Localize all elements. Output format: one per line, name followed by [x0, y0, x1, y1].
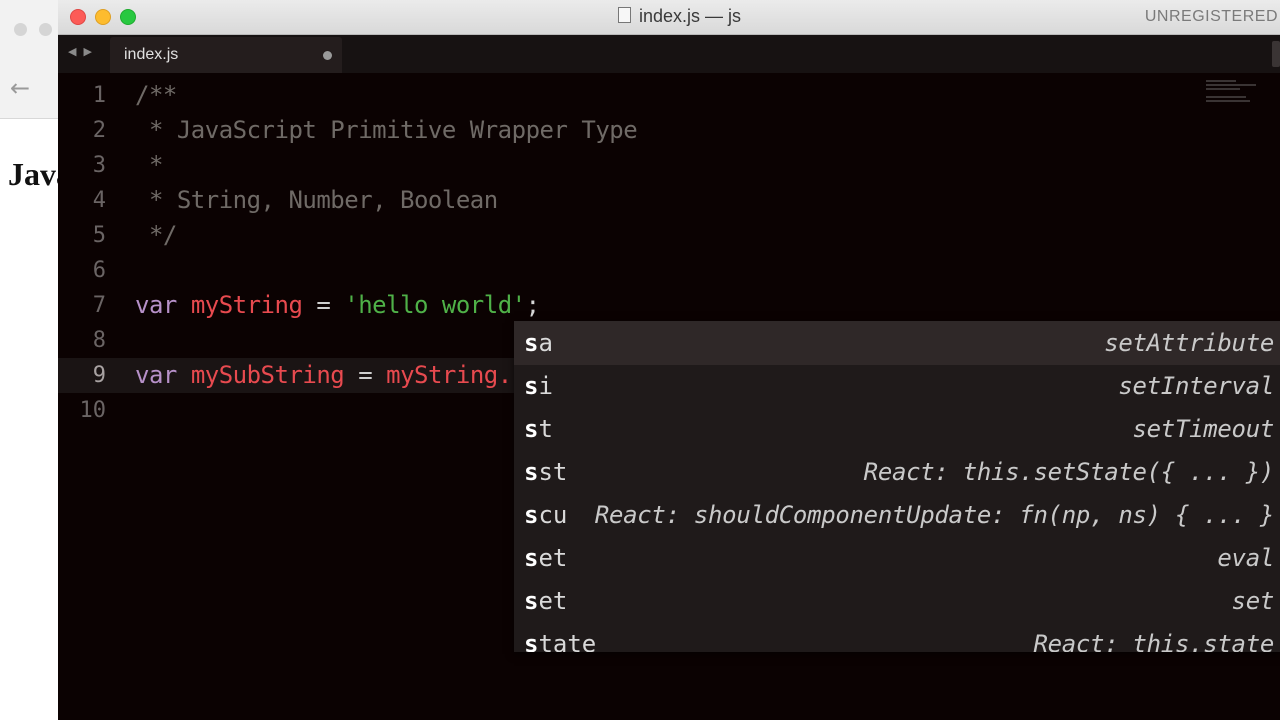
background-page-heading: Java: [8, 156, 60, 192]
completion-trigger: set: [524, 587, 568, 615]
code-token: myString.s: [386, 361, 526, 389]
tab-index-js[interactable]: index.js: [110, 37, 342, 73]
completion-trigger: set: [524, 544, 568, 572]
completion-description: eval: [1217, 544, 1274, 572]
completion-trigger: st: [524, 415, 553, 443]
file-icon: [618, 7, 631, 23]
unsaved-changes-dot-icon[interactable]: [323, 51, 332, 60]
code-text[interactable]: var myString = 'hello world';: [135, 291, 540, 319]
completion-match: s: [524, 458, 539, 486]
completion-match: s: [524, 544, 539, 572]
code-token: * String, Number, Boolean: [135, 186, 498, 214]
title-bar: index.js — js UNREGISTERED: [58, 0, 1280, 35]
line-number: 3: [92, 153, 106, 178]
code-token: =: [302, 291, 345, 319]
completion-trigger: sst: [524, 458, 568, 486]
editor-window: index.js — js UNREGISTERED ◀▶ index.js 1…: [58, 0, 1280, 720]
code-line[interactable]: 1 /**: [58, 78, 1280, 113]
line-number: 10: [79, 398, 107, 423]
line-number: 7: [92, 293, 106, 318]
code-token: var: [135, 291, 177, 319]
code-token: 'hello world': [344, 291, 526, 319]
completion-description: setInterval: [1118, 372, 1274, 400]
code-text[interactable]: var mySubString = myString.s: [135, 361, 526, 389]
line-number: 6: [92, 258, 106, 283]
code-token: * JavaScript Primitive Wrapper Type: [135, 116, 638, 144]
completion-description: setTimeout: [1132, 415, 1275, 443]
completion-description: setAttribute: [1104, 329, 1274, 357]
code-token: var: [135, 361, 177, 389]
arrow-left-icon[interactable]: ←: [10, 74, 30, 102]
minimap-line: [1206, 96, 1246, 98]
autocomplete-item[interactable]: set eval: [514, 537, 1280, 580]
code-text[interactable]: * JavaScript Primitive Wrapper Type: [135, 116, 638, 144]
minimap-line: [1206, 88, 1240, 90]
code-text[interactable]: *: [135, 151, 163, 179]
tab-bar-scroll-handle[interactable]: [1272, 41, 1280, 67]
completion-match: s: [524, 501, 539, 529]
line-number: 5: [92, 223, 106, 248]
background-minimize-dot: [39, 23, 52, 36]
code-text[interactable]: /**: [135, 81, 177, 109]
minimap-line: [1206, 100, 1250, 102]
line-number: 4: [92, 188, 106, 213]
minimap-line: [1206, 84, 1256, 86]
code-token: *: [135, 151, 163, 179]
completion-trigger: sa: [524, 329, 553, 357]
autocomplete-item[interactable]: scu React: shouldComponentUpdate: fn(np, …: [514, 494, 1280, 537]
code-line[interactable]: 7 var myString = 'hello world';: [58, 288, 1280, 323]
completion-trigger: state: [524, 630, 596, 652]
code-token: mySubString: [190, 361, 345, 389]
autocomplete-item[interactable]: set set: [514, 580, 1280, 623]
code-token: myString: [190, 291, 303, 319]
autocomplete-item[interactable]: si setInterval: [514, 365, 1280, 408]
line-number: 9: [92, 363, 106, 388]
window-title: index.js — js: [639, 6, 742, 26]
minimap-line: [1206, 80, 1236, 82]
code-text[interactable]: */: [135, 221, 177, 249]
completion-match: s: [524, 630, 539, 652]
autocomplete-item[interactable]: st setTimeout: [514, 408, 1280, 451]
autocomplete-item[interactable]: sst React: this.setState({ ... }): [514, 451, 1280, 494]
minimize-window-button[interactable]: [95, 9, 111, 25]
code-token: /**: [135, 81, 177, 109]
completion-match: s: [524, 372, 539, 400]
line-number: 1: [92, 83, 106, 108]
code-line[interactable]: 5 */: [58, 218, 1280, 253]
completion-match: s: [524, 587, 539, 615]
autocomplete-item[interactable]: sa setAttribute: [514, 322, 1280, 365]
completion-trigger: scu: [524, 501, 568, 529]
minimap[interactable]: [1206, 80, 1270, 110]
completion-match: s: [524, 329, 539, 357]
code-token: ;: [525, 291, 540, 319]
unregistered-label: UNREGISTERED: [1144, 8, 1278, 25]
window-title-group: index.js — js: [618, 6, 741, 27]
autocomplete-popup[interactable]: sa setAttribute si setInterval st setTimeout s…: [514, 321, 1280, 652]
code-line[interactable]: 3 *: [58, 148, 1280, 183]
autocomplete-item[interactable]: state React: this.state: [514, 623, 1280, 652]
background-close-dot: [14, 23, 27, 36]
close-window-button[interactable]: [70, 9, 86, 25]
completion-description: React: this.setState({ ... }): [863, 458, 1275, 486]
background-browser-window: ← Java: [0, 0, 60, 720]
tab-bar: ◀▶ index.js: [58, 35, 1280, 73]
code-line[interactable]: 4 * String, Number, Boolean: [58, 183, 1280, 218]
code-line[interactable]: 6: [58, 253, 1280, 288]
maximize-window-button[interactable]: [120, 9, 136, 25]
completion-description: set: [1231, 587, 1275, 615]
code-token: */: [135, 221, 177, 249]
completion-trigger: si: [524, 372, 553, 400]
code-token: =: [344, 361, 387, 389]
line-number: 8: [92, 328, 106, 353]
completion-description: React: shouldComponentUpdate: fn(np, ns)…: [594, 501, 1274, 529]
tab-navigation-arrows-icon[interactable]: ◀▶: [68, 45, 99, 58]
code-text[interactable]: * String, Number, Boolean: [135, 186, 498, 214]
completion-description: React: this.state: [1033, 630, 1274, 652]
code-line[interactable]: 2 * JavaScript Primitive Wrapper Type: [58, 113, 1280, 148]
completion-match: s: [524, 415, 539, 443]
line-number: 2: [92, 118, 106, 143]
tab-label: index.js: [124, 46, 179, 63]
